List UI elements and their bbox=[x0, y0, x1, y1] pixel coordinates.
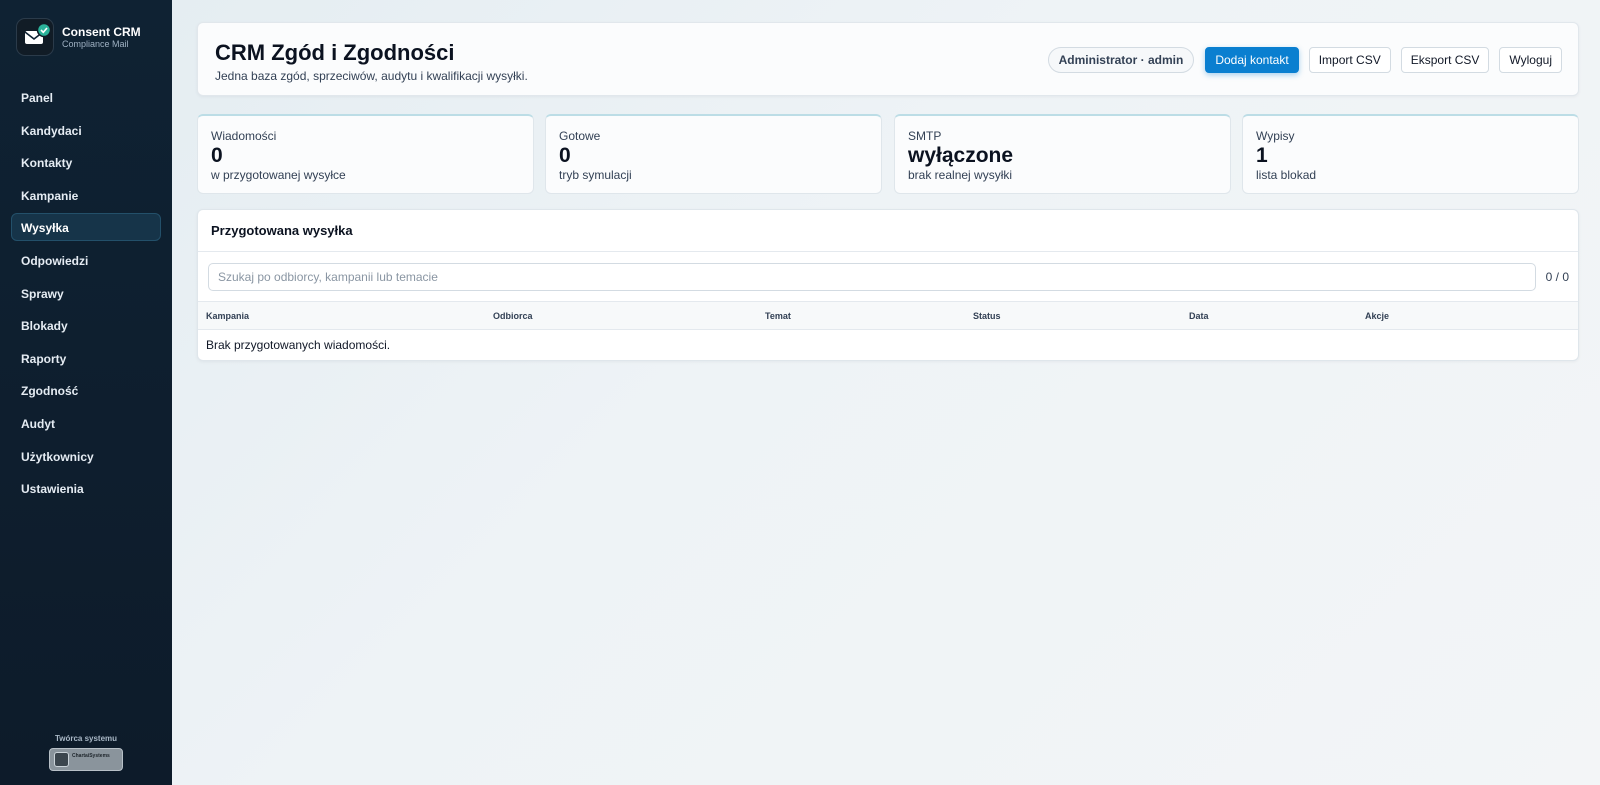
main-content: CRM Zgód i Zgodności Jedna baza zgód, sp… bbox=[197, 22, 1579, 361]
logout-button[interactable]: Wyloguj bbox=[1499, 47, 1562, 73]
user-badge: Administrator · admin bbox=[1047, 47, 1195, 73]
import-csv-button[interactable]: Import CSV bbox=[1308, 47, 1391, 73]
page-title: CRM Zgód i Zgodności bbox=[215, 40, 455, 65]
creator-logo-icon bbox=[54, 752, 69, 767]
stat-value: 1 bbox=[1256, 144, 1268, 167]
sidebar: Consent CRM Compliance Mail Panel Kandyd… bbox=[0, 0, 172, 785]
page-subtitle: Jedna baza zgód, sprzeciwów, audytu i kw… bbox=[215, 69, 528, 83]
brand-subtitle: Compliance Mail bbox=[62, 38, 129, 49]
add-contact-button[interactable]: Dodaj kontakt bbox=[1205, 47, 1299, 73]
sidebar-item-uzytkownicy[interactable]: Użytkownicy bbox=[11, 442, 161, 470]
prepared-dispatch-panel: Przygotowana wysyłka 0 / 0 Kampania Odbi… bbox=[197, 209, 1579, 361]
column-header-temat[interactable]: Temat bbox=[765, 311, 791, 321]
column-header-data[interactable]: Data bbox=[1189, 311, 1209, 321]
column-header-kampania[interactable]: Kampania bbox=[206, 311, 249, 321]
sidebar-item-kampanie[interactable]: Kampanie bbox=[11, 181, 161, 209]
sidebar-item-odpowiedzi[interactable]: Odpowiedzi bbox=[11, 246, 161, 274]
column-header-akcje: Akcje bbox=[1365, 311, 1390, 321]
sidebar-item-wysylka[interactable]: Wysyłka bbox=[11, 213, 161, 242]
export-csv-button[interactable]: Eksport CSV bbox=[1400, 47, 1490, 73]
table-header: Kampania Odbiorca Temat Status Data Akcj… bbox=[198, 302, 1578, 330]
stat-description: tryb symulacji bbox=[559, 168, 632, 182]
sidebar-item-panel[interactable]: Panel bbox=[11, 83, 161, 111]
stat-label: SMTP bbox=[908, 129, 942, 143]
stat-value: 0 bbox=[211, 144, 223, 167]
page-header: CRM Zgód i Zgodności Jedna baza zgód, sp… bbox=[197, 22, 1579, 96]
stat-description: lista blokad bbox=[1256, 168, 1317, 182]
brand[interactable]: Consent CRM Compliance Mail bbox=[16, 18, 141, 56]
panel-title: Przygotowana wysyłka bbox=[198, 210, 1578, 252]
creator-section: Twórca systemu ChartaiSystems bbox=[0, 734, 172, 776]
results-count: 0 / 0 bbox=[1545, 270, 1569, 284]
creator-badge[interactable]: ChartaiSystems bbox=[49, 748, 123, 771]
sidebar-item-ustawienia[interactable]: Ustawienia bbox=[11, 474, 161, 502]
stat-description: w przygotowanej wysyłce bbox=[211, 168, 346, 182]
search-input[interactable] bbox=[208, 263, 1536, 291]
sidebar-item-blokady[interactable]: Blokady bbox=[11, 311, 161, 339]
sidebar-item-kandydaci[interactable]: Kandydaci bbox=[11, 116, 161, 144]
sidebar-nav: Panel Kandydaci Kontakty Kampanie Wysyłk… bbox=[11, 83, 161, 507]
table-empty-state: Brak przygotowanych wiadomości. bbox=[206, 338, 391, 352]
stat-value: wyłączone bbox=[908, 144, 1014, 167]
column-header-odbiorca[interactable]: Odbiorca bbox=[493, 311, 533, 321]
stats-row: Wiadomości 0 w przygotowanej wysyłce Got… bbox=[197, 114, 1579, 194]
sidebar-item-raporty[interactable]: Raporty bbox=[11, 344, 161, 372]
search-row: 0 / 0 bbox=[198, 252, 1578, 302]
stat-description: brak realnej wysyłki bbox=[908, 168, 1013, 182]
stat-card-ready: Gotowe 0 tryb symulacji bbox=[545, 114, 882, 194]
stat-value: 0 bbox=[559, 144, 571, 167]
header-actions: Administrator · admin Dodaj kontakt Impo… bbox=[1047, 47, 1562, 73]
column-header-status[interactable]: Status bbox=[973, 311, 1001, 321]
stat-card-unsubscribes: Wypisy 1 lista blokad bbox=[1242, 114, 1579, 194]
sidebar-item-kontakty[interactable]: Kontakty bbox=[11, 148, 161, 176]
mail-check-logo-icon bbox=[16, 18, 54, 56]
stat-label: Gotowe bbox=[559, 129, 601, 143]
stat-label: Wiadomości bbox=[211, 129, 277, 143]
sidebar-item-sprawy[interactable]: Sprawy bbox=[11, 279, 161, 307]
stat-card-smtp: SMTP wyłączone brak realnej wysyłki bbox=[894, 114, 1231, 194]
stat-label: Wypisy bbox=[1256, 129, 1295, 143]
brand-name: Consent CRM bbox=[62, 24, 141, 39]
stat-card-messages: Wiadomości 0 w przygotowanej wysyłce bbox=[197, 114, 534, 194]
creator-label: Twórca systemu bbox=[54, 734, 118, 743]
creator-badge-text: ChartaiSystems bbox=[72, 753, 110, 759]
sidebar-item-audyt[interactable]: Audyt bbox=[11, 409, 161, 437]
sidebar-item-zgodnosc[interactable]: Zgodność bbox=[11, 376, 161, 404]
